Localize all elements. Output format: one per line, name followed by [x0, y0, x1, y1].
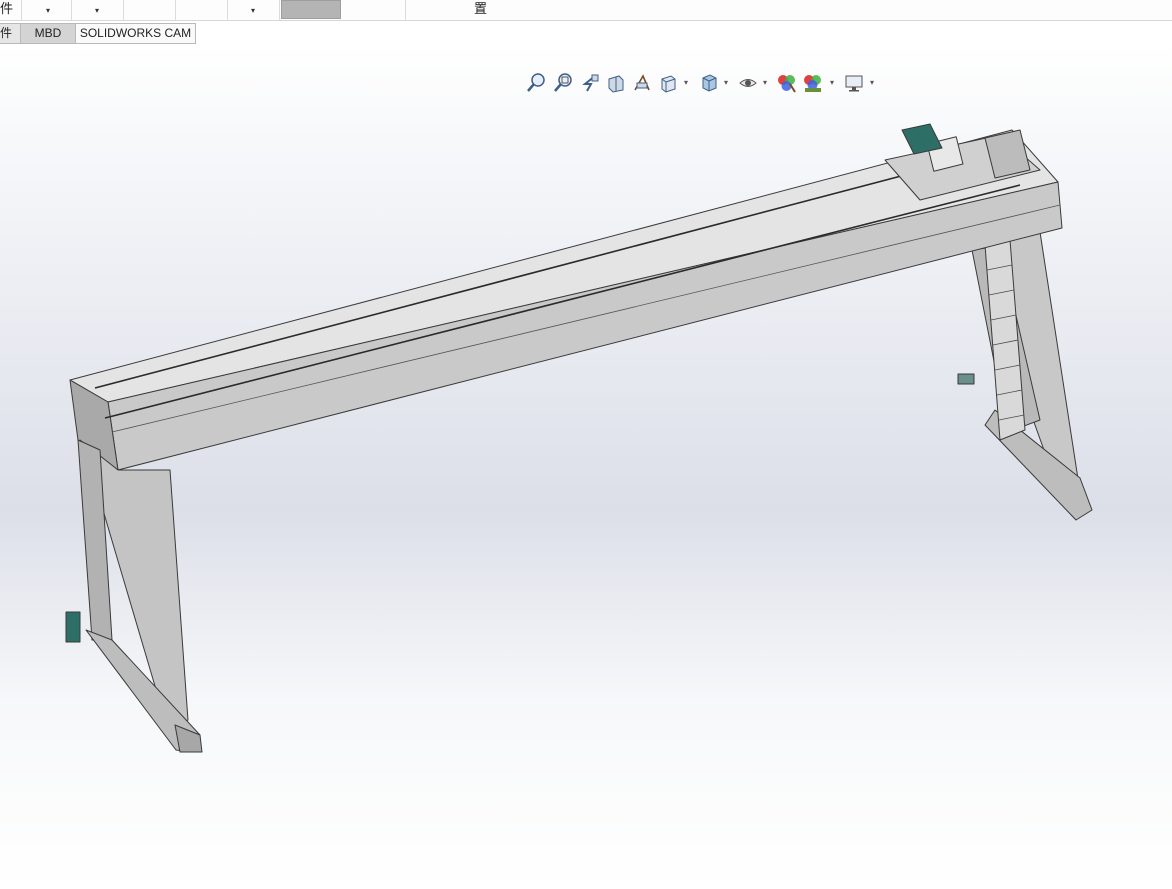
toolbar-selected-cell[interactable] [281, 0, 341, 19]
chevron-down-icon: ▾ [95, 6, 100, 15]
zoom-to-fit-icon[interactable] [525, 72, 547, 94]
apply-scene-icon[interactable] [802, 72, 824, 94]
tab-mbd[interactable]: MBD [20, 23, 76, 44]
previous-view-icon[interactable] [579, 72, 601, 94]
toolbar-cell [0, 0, 22, 20]
view-settings-icon[interactable] [843, 72, 865, 94]
command-manager-bar: 件 ▾ ▾ ▾ 置 [0, 0, 1172, 21]
view-orientation-icon[interactable] [657, 72, 679, 94]
topbar-right-label: 置 [474, 1, 488, 16]
toolbar-dropdown-3[interactable]: ▾ [228, 0, 280, 20]
toolbar-cell[interactable] [124, 0, 176, 20]
zoom-to-area-icon[interactable] [552, 72, 574, 94]
toolbar-dropdown-2[interactable]: ▾ [72, 0, 124, 20]
edit-appearance-icon[interactable] [776, 72, 798, 94]
tab-solidworks-cam[interactable]: SOLIDWORKS CAM [75, 23, 196, 44]
dynamic-annotation-icon[interactable] [631, 72, 653, 94]
hide-show-items-icon[interactable] [737, 72, 759, 94]
toolbar-dropdown-1[interactable]: ▾ [22, 0, 72, 20]
section-view-icon[interactable] [605, 72, 627, 94]
graphics-viewport[interactable]: ▾ ▾ ▾ ▾ ▾ [0, 45, 1172, 889]
display-style-icon[interactable] [698, 72, 720, 94]
chevron-down-icon[interactable]: ▾ [684, 78, 688, 87]
chevron-down-icon[interactable]: ▾ [830, 78, 834, 87]
toolbar-cell[interactable] [176, 0, 228, 20]
chevron-down-icon[interactable]: ▾ [870, 78, 874, 87]
gantry-crane-model[interactable] [0, 45, 1172, 889]
chevron-down-icon[interactable]: ▾ [763, 78, 767, 87]
toolbar-cell[interactable] [342, 0, 406, 20]
chevron-down-icon: ▾ [251, 6, 256, 15]
tab-part[interactable]: 件 [0, 23, 21, 44]
chevron-down-icon[interactable]: ▾ [724, 78, 728, 87]
chevron-down-icon: ▾ [46, 6, 51, 15]
